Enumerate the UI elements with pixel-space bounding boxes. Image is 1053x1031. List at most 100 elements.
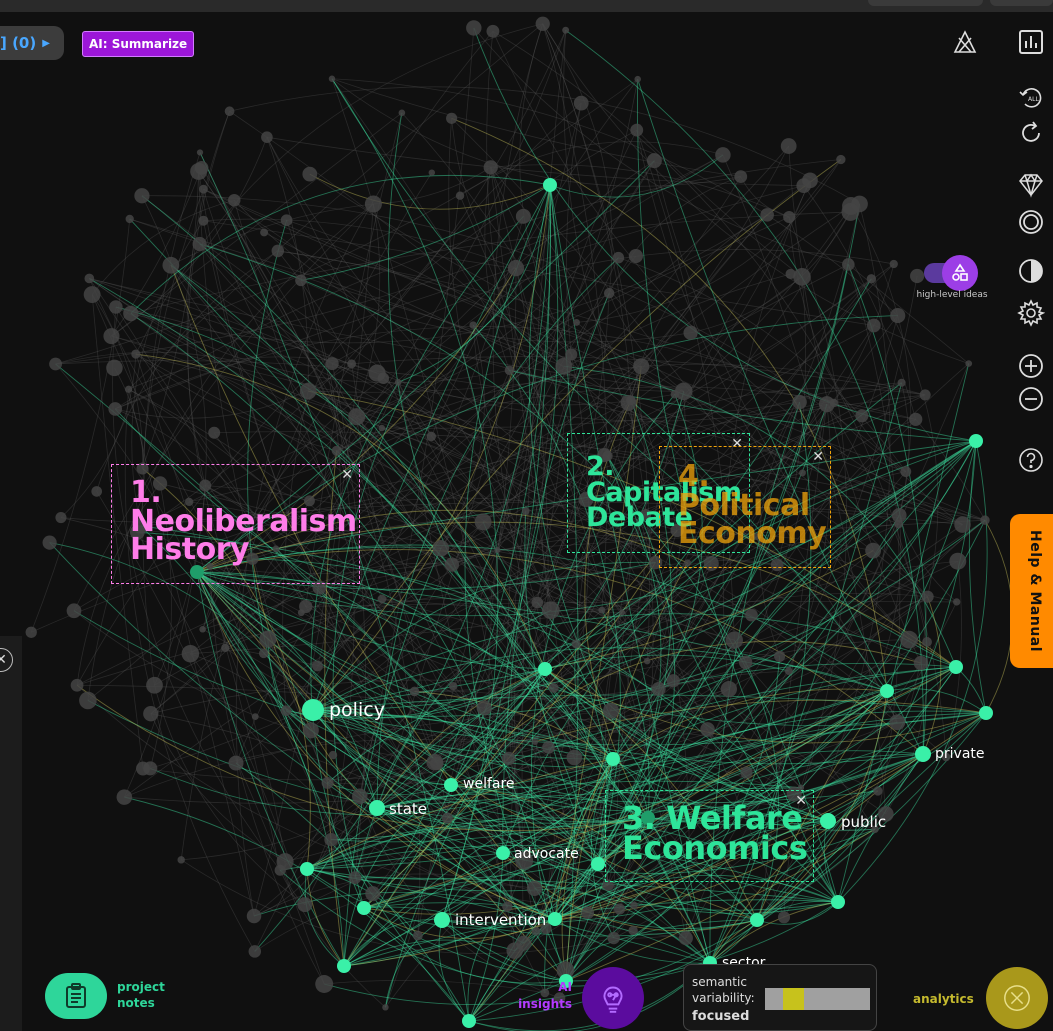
graph-node[interactable] (348, 871, 362, 885)
graph-node[interactable] (602, 702, 620, 719)
graph-node[interactable] (598, 606, 606, 614)
graph-node[interactable] (347, 359, 357, 369)
graph-node[interactable] (430, 756, 444, 771)
settings-gear-icon[interactable] (1016, 298, 1046, 328)
graph-node[interactable] (889, 259, 898, 269)
graph-node[interactable] (476, 700, 492, 716)
graph-node[interactable] (426, 431, 437, 442)
graph-node[interactable] (725, 631, 743, 649)
graph-node[interactable] (504, 365, 515, 376)
graph-node[interactable] (774, 650, 786, 662)
graph-node[interactable] (634, 75, 641, 83)
graph-node[interactable] (259, 630, 277, 648)
graph-node[interactable] (555, 357, 573, 375)
graph-node[interactable] (678, 930, 693, 946)
graph-node-highlighted[interactable] (538, 662, 552, 676)
graph-node[interactable] (280, 214, 293, 227)
graph-node[interactable] (469, 321, 477, 329)
graph-node[interactable] (364, 195, 382, 213)
graph-node[interactable] (842, 258, 855, 271)
graph-node[interactable] (444, 557, 460, 572)
graph-node[interactable] (162, 256, 180, 274)
graph-node[interactable] (328, 750, 338, 760)
graph-node[interactable] (108, 402, 123, 416)
graph-node[interactable] (146, 676, 163, 694)
graph-node-highlighted[interactable] (548, 912, 562, 926)
graph-node[interactable] (382, 1004, 389, 1011)
graph-node[interactable] (954, 516, 971, 533)
graph-node-highlighted[interactable] (543, 178, 557, 192)
graph-node[interactable] (630, 901, 638, 910)
graph-node[interactable] (221, 643, 230, 652)
graph-node[interactable] (331, 445, 342, 456)
graph-node[interactable] (651, 681, 666, 697)
graph-node[interactable] (780, 138, 797, 154)
refresh-icon[interactable] (1016, 118, 1046, 148)
graph-node[interactable] (670, 390, 680, 399)
node-label-welfare[interactable]: welfare (463, 776, 515, 792)
graph-node[interactable] (312, 660, 323, 672)
graph-node[interactable] (607, 931, 620, 945)
graph-node[interactable] (455, 191, 465, 200)
zoom-out-icon[interactable] (1016, 384, 1046, 414)
graph-node[interactable] (855, 409, 869, 423)
graph-node[interactable] (841, 203, 860, 221)
graph-node[interactable] (486, 24, 500, 38)
graph-node[interactable] (541, 601, 560, 620)
graph-node-highlighted[interactable] (444, 778, 458, 792)
graph-node[interactable] (228, 193, 241, 207)
graph-node[interactable] (398, 109, 406, 117)
graph-node[interactable] (900, 630, 918, 649)
graph-node[interactable] (192, 236, 207, 252)
graph-node[interactable] (980, 515, 990, 525)
graph-node[interactable] (734, 170, 748, 184)
graph-node[interactable] (921, 590, 934, 603)
graph-node[interactable] (181, 644, 200, 663)
graph-node[interactable] (324, 833, 338, 847)
graph-node[interactable] (581, 906, 595, 920)
zoom-in-icon[interactable] (1016, 351, 1046, 381)
graph-node-highlighted[interactable] (337, 959, 351, 973)
gem-icon[interactable] (1016, 170, 1046, 200)
graph-node[interactable] (760, 208, 774, 222)
graph-node[interactable] (531, 738, 539, 745)
node-label-policy[interactable]: policy (329, 699, 385, 721)
graph-node[interactable] (83, 286, 101, 304)
graph-node[interactable] (302, 166, 318, 182)
graph-node[interactable] (280, 705, 292, 717)
graph-node[interactable] (909, 412, 923, 426)
graph-node[interactable] (325, 357, 339, 371)
graph-node[interactable] (792, 394, 807, 410)
graph-node[interactable] (103, 328, 120, 345)
graph-node[interactable] (228, 755, 244, 771)
graph-node[interactable] (261, 131, 273, 143)
graph-node[interactable] (818, 396, 835, 413)
graph-node[interactable] (483, 160, 498, 175)
graph-node[interactable] (745, 608, 758, 622)
graph-node[interactable] (106, 359, 123, 377)
graph-node[interactable] (720, 680, 738, 698)
node-label-private[interactable]: private (935, 746, 985, 762)
graph-node-highlighted[interactable] (979, 706, 993, 720)
graph-node-highlighted[interactable] (831, 895, 845, 909)
graph-node-highlighted[interactable] (357, 901, 371, 915)
graph-node-highlighted[interactable] (606, 752, 620, 766)
graph-node[interactable] (738, 655, 753, 670)
graph-node[interactable] (409, 686, 420, 697)
graph-node[interactable] (271, 244, 285, 258)
graph-node[interactable] (953, 598, 961, 606)
cluster-box-neoliberalism-history[interactable]: 1. Neoliberalism History ✕ (111, 464, 360, 584)
graph-node[interactable] (619, 609, 626, 616)
graph-node[interactable] (548, 682, 559, 693)
graph-node[interactable] (432, 540, 450, 557)
graph-node[interactable] (321, 776, 334, 789)
graph-node[interactable] (131, 349, 141, 359)
close-icon[interactable]: ✕ (795, 793, 807, 809)
graph-node[interactable] (740, 766, 753, 779)
graph-node[interactable] (116, 789, 133, 805)
graph-node[interactable] (866, 318, 881, 333)
graph-node[interactable] (494, 546, 501, 553)
graph-node[interactable] (922, 637, 932, 647)
graph-node[interactable] (143, 761, 158, 776)
graph-node[interactable] (793, 268, 811, 286)
